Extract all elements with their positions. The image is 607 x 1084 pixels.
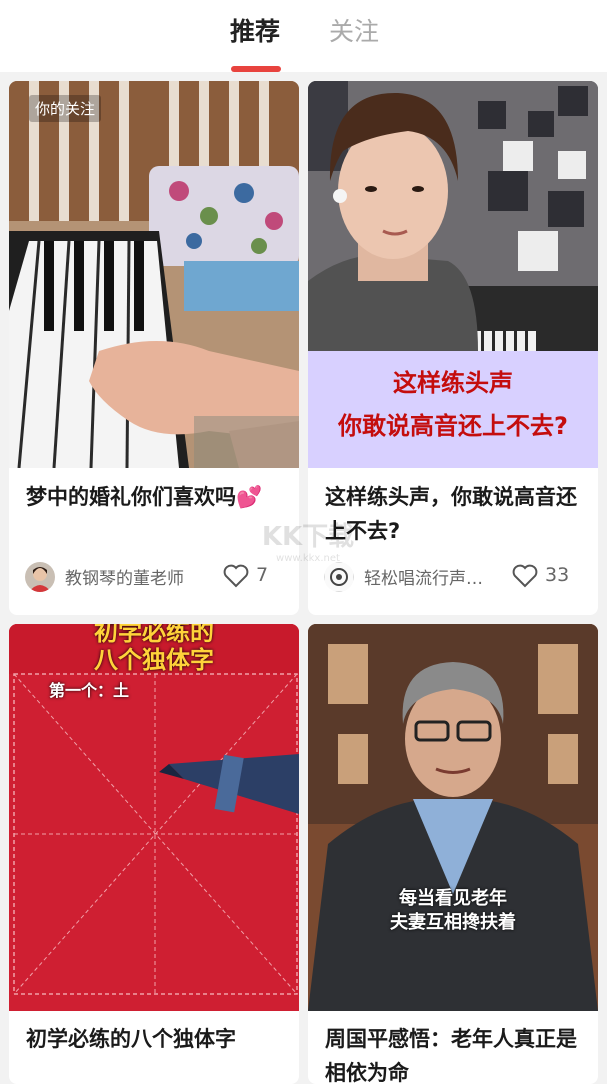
overlay-line-2: 夫妻互相搀扶着: [390, 912, 516, 933]
piano-video-cover: [9, 81, 299, 468]
avatar[interactable]: [324, 562, 354, 592]
author-row[interactable]: 轻松唱流行声… 33: [324, 562, 586, 592]
overlay-line-1: 每当看见老年: [399, 888, 507, 909]
kk-watermark: KK下载 www.kkx.net: [248, 516, 368, 564]
tab-recommended[interactable]: 推荐: [230, 14, 280, 50]
avatar[interactable]: [25, 562, 55, 592]
feed-grid: 你的关注 梦中的婚礼你们喜欢吗💕 教钢琴的董老师 7 这样练头声 你敢说高音还上…: [0, 72, 607, 1084]
like-count: 33: [545, 564, 570, 586]
like-count: 7: [256, 564, 269, 586]
author-name[interactable]: 轻松唱流行声…: [364, 564, 504, 589]
card-title[interactable]: 周国平感悟：老年人真正是相依为命: [325, 1022, 584, 1084]
overlay-title-2: 八个独体字: [94, 646, 214, 674]
author-row[interactable]: 教钢琴的董老师 7: [25, 562, 287, 592]
following-tag: 你的关注: [29, 95, 102, 122]
feed-card[interactable]: 每当看见老年 夫妻互相搀扶着 周国平感悟：老年人真正是相依为命: [308, 624, 598, 1084]
card-title[interactable]: 梦中的婚礼你们喜欢吗💕: [26, 480, 285, 514]
watermark-logo: KK下载: [261, 522, 355, 552]
card-thumbnail[interactable]: 这样练头声 你敢说高音还上不去?: [308, 81, 598, 468]
tab-following[interactable]: 关注: [329, 14, 379, 50]
caption-line-1: 这样练头声: [393, 369, 513, 397]
card-thumbnail[interactable]: 每当看见老年 夫妻互相搀扶着: [308, 624, 598, 1011]
feed-card[interactable]: 初学必练的 八个独体字 第一个：土 初学必练的八个独体字: [9, 624, 299, 1084]
card-title[interactable]: 初学必练的八个独体字: [26, 1022, 285, 1056]
caption-line-2: 你敢说高音还上不去?: [338, 412, 568, 440]
watermark-url: www.kkx.net: [276, 553, 340, 564]
heart-outline-icon: [512, 564, 538, 588]
overlay-subtitle: 第一个：土: [49, 681, 130, 700]
author-name[interactable]: 教钢琴的董老师: [65, 564, 215, 589]
overlay-title-1: 初学必练的: [94, 624, 214, 646]
card-thumbnail[interactable]: 初学必练的 八个独体字 第一个：土: [9, 624, 299, 1011]
top-tab-bar: 推荐 关注: [0, 0, 607, 72]
card-thumbnail[interactable]: 你的关注: [9, 81, 299, 468]
heart-outline-icon: [223, 564, 249, 588]
interview-video-cover: [308, 624, 598, 1011]
